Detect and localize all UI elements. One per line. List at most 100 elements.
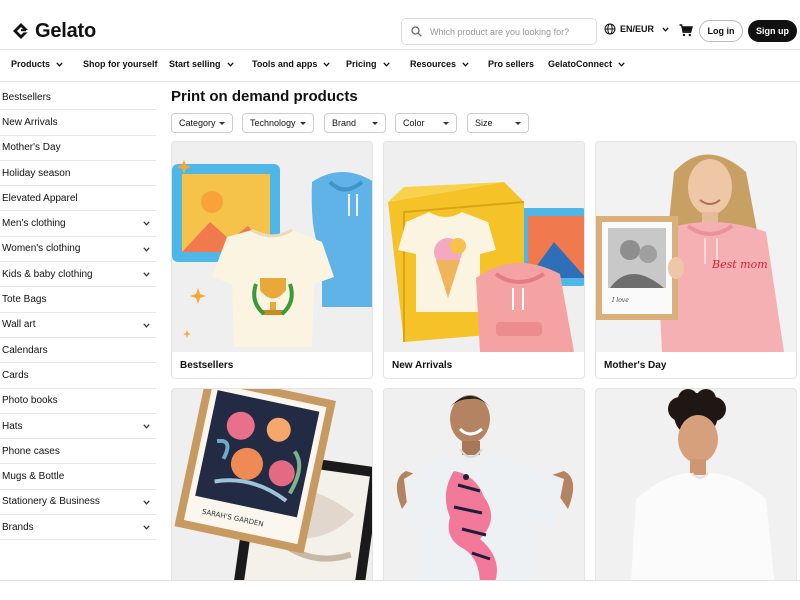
sidebar-item-label: Brands: [2, 521, 34, 533]
sidebar-item-phone-cases[interactable]: Phone cases: [0, 439, 156, 465]
search-box[interactable]: [401, 18, 597, 45]
sidebar-item-bestsellers[interactable]: Bestsellers: [0, 85, 156, 111]
sidebar-item-photo-books[interactable]: Photo books: [0, 389, 156, 414]
sidebar-item-label: Calendars: [2, 344, 48, 356]
signup-button[interactable]: Sign up: [748, 20, 797, 42]
page-bottom-bar: [0, 580, 800, 600]
filter-size[interactable]: Size: [467, 113, 529, 133]
gelato-logo[interactable]: Gelato: [12, 19, 96, 43]
product-card-poster[interactable]: SARAH'S GARDEN: [171, 388, 373, 600]
sidebar-item-wall-art[interactable]: Wall art: [0, 313, 156, 338]
sidebar-item-mugs-bottle[interactable]: Mugs & Bottle: [0, 464, 156, 490]
filter-label: Color: [403, 118, 425, 128]
top-header: Gelato EN/EUR Log in Sign up: [0, 0, 800, 50]
nav-item-pro-sellers[interactable]: Pro sellers: [488, 59, 534, 69]
sidebar-item-label: Mother's Day: [2, 142, 61, 154]
cart-icon[interactable]: [679, 24, 693, 37]
mothers-day-image: Best mom I love: [596, 142, 796, 352]
locale-selector[interactable]: EN/EUR: [604, 23, 669, 35]
sidebar-item-calendars[interactable]: Calendars: [0, 338, 156, 364]
caret-down-icon: [300, 122, 306, 125]
sidebar-item-hats[interactable]: Hats: [0, 414, 156, 440]
sidebar-item-brands[interactable]: Brands: [0, 515, 156, 541]
sidebar-item-elevated-apparel[interactable]: Elevated Apparel: [0, 186, 156, 212]
sidebar-item-label: Tote Bags: [2, 294, 47, 306]
chevron-down-icon: [323, 61, 330, 67]
chevron-down-icon: [462, 61, 469, 67]
sidebar-item-mens-clothing[interactable]: Men's clothing: [0, 211, 156, 237]
sidebar-item-stationery-business[interactable]: Stationery & Business: [0, 490, 156, 516]
nav-item-shop-for-yourself[interactable]: Shop for yourself: [83, 59, 158, 69]
filter-label: Category: [179, 118, 216, 128]
nav-item-label: Resources: [410, 59, 457, 69]
product-card-tiger-tee[interactable]: [383, 388, 585, 600]
filter-label: Size: [475, 118, 493, 128]
caret-down-icon: [372, 122, 378, 125]
sidebar-item-new-arrivals[interactable]: New Arrivals: [0, 110, 156, 136]
nav-item-start-selling[interactable]: Start selling: [169, 59, 234, 69]
sidebar-item-tote-bags[interactable]: Tote Bags: [0, 287, 156, 313]
chevron-down-icon: [143, 525, 150, 530]
sidebar-item-label: New Arrivals: [2, 116, 58, 128]
chevron-down-icon: [143, 323, 150, 328]
nav-item-pricing[interactable]: Pricing: [346, 59, 390, 69]
white-tee-image: [596, 389, 796, 599]
product-card-new-arrivals[interactable]: New Arrivals: [383, 141, 585, 379]
sidebar-item-label: Elevated Apparel: [2, 192, 78, 204]
chevron-down-icon: [143, 247, 150, 252]
filter-color[interactable]: Color: [395, 113, 457, 133]
filter-technology[interactable]: Technology: [242, 113, 314, 133]
chevron-down-icon: [662, 26, 669, 32]
poster-image: SARAH'S GARDEN: [172, 389, 372, 599]
search-icon: [411, 26, 422, 37]
locale-label: EN/EUR: [620, 24, 655, 34]
chevron-down-icon: [143, 424, 150, 429]
card-label: New Arrivals: [384, 352, 584, 378]
sidebar-item-label: Cards: [2, 369, 29, 381]
chevron-down-icon: [618, 61, 625, 67]
chevron-down-icon: [382, 61, 390, 67]
card-label: Mother's Day: [596, 352, 796, 378]
chevron-down-icon: [56, 61, 63, 67]
brand-name: Gelato: [35, 19, 97, 42]
category-sidebar: Bestsellers New Arrivals Mother's Day Ho…: [0, 85, 156, 541]
sidebar-item-mothers-day[interactable]: Mother's Day: [0, 136, 156, 161]
login-button[interactable]: Log in: [699, 20, 743, 42]
product-card-white-tee[interactable]: [595, 388, 797, 600]
nav-item-label: Tools and apps: [252, 59, 318, 69]
sidebar-item-label: Kids & baby clothing: [2, 268, 93, 280]
filter-category[interactable]: Category: [171, 113, 233, 133]
filter-label: Technology: [250, 118, 296, 128]
sidebar-item-cards[interactable]: Cards: [0, 363, 156, 389]
nav-item-label: Pro sellers: [488, 59, 535, 69]
globe-icon: [604, 23, 616, 35]
nav-item-label: Start selling: [169, 59, 221, 69]
nav-item-products[interactable]: Products: [11, 59, 63, 69]
chevron-down-icon: [143, 272, 150, 277]
page-title: Print on demand products: [171, 88, 358, 105]
new-arrivals-image: [384, 142, 584, 352]
sidebar-item-label: Photo books: [2, 395, 58, 407]
filter-label: Brand: [332, 118, 357, 128]
sidebar-item-womens-clothing[interactable]: Women's clothing: [0, 237, 156, 263]
sidebar-item-holiday-season[interactable]: Holiday season: [0, 161, 156, 187]
photo-caption-text: I love: [611, 297, 629, 304]
product-card-mothers-day[interactable]: Best mom I love Mother's Day: [595, 141, 797, 379]
nav-item-label: Pricing: [346, 59, 377, 69]
product-card-bestsellers[interactable]: Bestsellers: [171, 141, 373, 379]
search-input[interactable]: [430, 26, 580, 37]
nav-item-gelatoconnect[interactable]: GelatoConnect: [548, 59, 625, 69]
caret-down-icon: [219, 122, 225, 125]
nav-item-resources[interactable]: Resources: [410, 59, 469, 69]
caret-down-icon: [515, 122, 521, 125]
sidebar-item-label: Holiday season: [2, 167, 71, 179]
sidebar-item-label: Hats: [2, 420, 23, 432]
card-label: Bestsellers: [172, 352, 372, 378]
chevron-down-icon: [143, 221, 150, 227]
nav-item-tools-and-apps[interactable]: Tools and apps: [252, 59, 330, 69]
tiger-tee-image: [384, 389, 584, 599]
sidebar-item-kids-baby-clothing[interactable]: Kids & baby clothing: [0, 262, 156, 288]
sidebar-item-label: Men's clothing: [2, 218, 66, 230]
filter-brand[interactable]: Brand: [324, 113, 386, 133]
nav-item-label: Products: [11, 59, 51, 69]
